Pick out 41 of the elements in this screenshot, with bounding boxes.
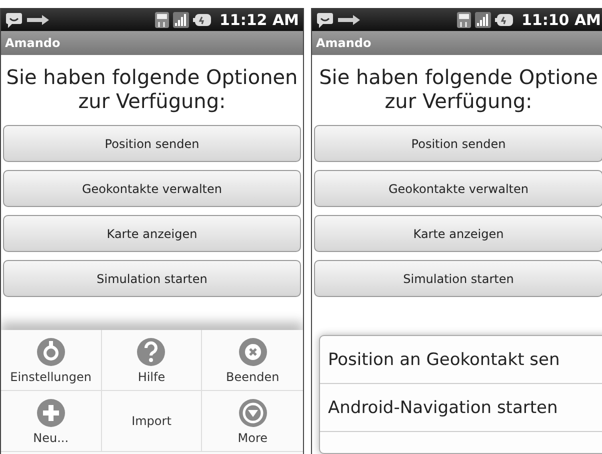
menu-item[interactable]: Beenden [202,330,303,391]
option-button[interactable]: Simulation starten [3,260,301,297]
menu-item-label: Beenden [226,370,280,384]
menu-item[interactable]: Import [102,391,202,452]
menu-item[interactable]: Neu... [1,391,102,452]
option-button[interactable]: Karte anzeigen [3,215,301,252]
heading: Sie haben folgende Optionen zur Verfügung: [5,64,299,115]
arrow-icon [27,14,49,24]
menu-item-label: Import [132,414,172,428]
menu-item[interactable]: Hilfe [102,330,202,391]
battery-icon [193,12,212,26]
signal-icon [475,12,492,28]
menu-item[interactable]: More [202,391,303,452]
smiley-message-icon [5,12,23,28]
menu-item-label: Neu... [33,430,69,444]
arrow-icon [338,14,360,24]
menu-item-label: More [238,430,268,444]
signal-icon [173,12,190,28]
option-button[interactable]: Position senden [314,125,602,162]
option-button[interactable]: Geokontakte verwalten [314,170,602,207]
menu-item-label: Hilfe [138,370,166,384]
app-title: Amando [316,36,372,50]
close-icon [238,336,268,366]
context-menu-item[interactable]: Android-Navigation starten [320,384,602,432]
app-title: Amando [5,36,60,50]
option-button[interactable]: Karte anzeigen [314,215,602,252]
gear-icon [36,336,66,366]
help-icon [136,336,166,366]
menu-item-label: Einstellungen [10,370,92,384]
menu-item[interactable]: Einstellungen [1,330,102,391]
battery-icon [495,12,514,26]
plus-icon [36,398,66,428]
heading: Sie haben folgende Optione zur Verfügung: [318,64,599,115]
option-button[interactable]: Geokontakte verwalten [3,170,301,207]
option-button[interactable]: Position senden [3,125,301,162]
smiley-message-icon [316,12,334,28]
clock: 11:10 AM [521,10,601,28]
option-button[interactable]: Simulation starten [314,260,602,297]
clock: 11:12 AM [219,10,299,28]
caret-down-icon [238,398,268,428]
context-menu-item[interactable]: Position an Geokontakt sen [320,336,602,384]
